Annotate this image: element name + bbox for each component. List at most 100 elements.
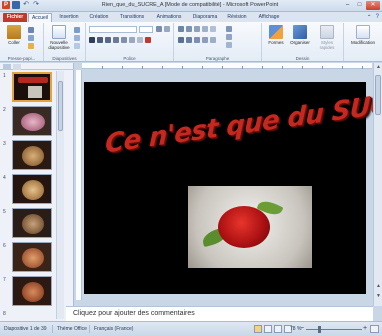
underline-icon[interactable] (105, 37, 111, 43)
next-slide-icon[interactable]: ▼ (375, 293, 382, 299)
align-left-icon[interactable] (178, 37, 184, 43)
shapes-button[interactable]: Formes (264, 25, 288, 45)
editing-button[interactable]: Modification (346, 25, 380, 45)
theme-name: Thème Office (57, 326, 87, 332)
case-icon[interactable] (137, 37, 143, 43)
slide-thumbnail-7[interactable] (12, 276, 52, 306)
justify-icon[interactable] (202, 37, 208, 43)
slides-small-buttons (74, 27, 80, 49)
text-direction-icon[interactable] (226, 26, 232, 32)
line-spacing-icon[interactable] (210, 26, 216, 32)
increase-indent-icon[interactable] (202, 26, 208, 32)
thumb-number: 3 (3, 141, 6, 147)
group-drawing: Formes Organiser Styles rapides Dessin (262, 23, 344, 61)
scroll-up-icon[interactable]: ▲ (375, 64, 382, 70)
tab-insertion[interactable]: Insertion (56, 13, 82, 22)
format-painter-icon[interactable] (28, 43, 34, 49)
ribbon: Coller Presse-papi... Nouvelle diapositi… (0, 22, 382, 62)
tab-revision[interactable]: Révision (224, 13, 250, 22)
columns-icon[interactable] (210, 37, 216, 43)
spacing-icon[interactable] (129, 37, 135, 43)
zoom-slider-handle[interactable] (318, 326, 321, 333)
quick-access-toolbar: P ↶ ↷ (2, 1, 40, 9)
slides-pane-scroll-thumb[interactable] (58, 81, 63, 131)
cut-icon[interactable] (28, 27, 34, 33)
powerpoint-app-icon[interactable]: P (2, 1, 10, 9)
slides-group-label: Diapositives (52, 56, 77, 61)
zoom-in-icon[interactable]: + (363, 325, 367, 332)
slide-thumbnail-6[interactable] (12, 242, 52, 272)
redo-icon[interactable]: ↷ (32, 1, 40, 9)
numbering-icon[interactable] (186, 26, 192, 32)
help-icon[interactable]: ? (376, 14, 379, 21)
tab-affichage[interactable]: Affichage (255, 13, 283, 22)
layout-icon[interactable] (74, 27, 80, 33)
slide-thumbnail-4[interactable] (12, 174, 52, 204)
decrease-indent-icon[interactable] (194, 26, 200, 32)
italic-icon[interactable] (97, 37, 103, 43)
fit-to-window-icon[interactable] (370, 325, 379, 333)
section-icon[interactable] (74, 43, 80, 49)
slide-thumbnail-1[interactable] (12, 72, 52, 102)
rose-picture[interactable] (188, 186, 312, 268)
quick-styles-label: Styles rapides (319, 40, 335, 50)
slides-pane-scrollbar[interactable] (56, 71, 64, 319)
reset-icon[interactable] (74, 35, 80, 41)
minimize-button[interactable]: – (342, 1, 353, 10)
notes-pane[interactable]: Cliquez pour ajouter des commentaires (66, 306, 373, 321)
zoom-slider[interactable] (306, 329, 362, 330)
copy-icon[interactable] (28, 35, 34, 41)
pane-tabs (0, 63, 74, 70)
maximize-button[interactable]: □ (354, 1, 365, 10)
ribbon-minimize-icon[interactable]: ⌃ (367, 14, 372, 21)
bullets-icon[interactable] (178, 26, 184, 32)
current-slide[interactable]: Ce n'est que du SUCRE (84, 82, 382, 294)
grow-font-icon[interactable] (156, 26, 162, 32)
thumb-number: 4 (3, 175, 6, 181)
notes-placeholder[interactable]: Cliquez pour ajouter des commentaires (73, 310, 195, 317)
language-status[interactable]: Français (France) (94, 326, 133, 332)
align-center-icon[interactable] (186, 37, 192, 43)
align-right-icon[interactable] (194, 37, 200, 43)
close-button[interactable]: ✕ (366, 1, 380, 10)
slide-thumbnail-5[interactable] (12, 208, 52, 238)
save-icon[interactable] (12, 1, 20, 9)
vertical-scrollbar[interactable]: ▲ ▲ ▼ (373, 63, 382, 306)
shadow-icon[interactable] (121, 37, 127, 43)
bold-icon[interactable] (89, 37, 95, 43)
smartart-icon[interactable] (226, 42, 232, 48)
new-slide-button[interactable]: Nouvelle diapositive (46, 25, 72, 50)
arrange-button[interactable]: Organiser (288, 25, 312, 45)
tab-animations[interactable]: Animations (154, 13, 184, 22)
slide-sorter-icon[interactable] (264, 325, 272, 333)
tab-creation[interactable]: Création (86, 13, 112, 22)
outline-tab-icon[interactable] (13, 64, 21, 70)
arrange-label: Organiser (290, 40, 310, 45)
slide-title[interactable]: Ce n'est que du SUCRE (105, 84, 382, 159)
tab-accueil[interactable]: Accueil (28, 13, 52, 22)
strikethrough-icon[interactable] (113, 37, 119, 43)
font-color-icon[interactable] (145, 37, 151, 43)
slide-thumbnail-3[interactable] (12, 140, 52, 170)
tab-file[interactable]: Fichier (3, 13, 27, 22)
slide-thumbnail-2[interactable] (12, 106, 52, 136)
shrink-font-icon[interactable] (164, 26, 170, 32)
thumb-image (22, 214, 44, 234)
reading-view-icon[interactable] (274, 325, 282, 333)
scroll-thumb[interactable] (375, 75, 381, 115)
font-format-buttons (89, 37, 151, 43)
paste-button[interactable]: Coller (3, 25, 25, 45)
slides-tab-icon[interactable] (3, 64, 11, 70)
paragraph-group-label: Paragraphe (205, 56, 230, 61)
align-text-icon[interactable] (226, 34, 232, 40)
font-name-combo[interactable] (89, 26, 137, 33)
tab-diaporama[interactable]: Diaporama (190, 13, 220, 22)
prev-slide-icon[interactable]: ▲ (375, 283, 382, 289)
tab-transitions[interactable]: Transitions (117, 13, 147, 22)
normal-view-icon[interactable] (254, 325, 262, 333)
undo-icon[interactable]: ↶ (22, 1, 30, 9)
quick-styles-button[interactable]: Styles rapides (314, 25, 340, 50)
font-size-combo[interactable] (139, 26, 153, 33)
zoom-out-icon[interactable]: − (300, 325, 304, 332)
text-direction-buttons (226, 26, 232, 48)
